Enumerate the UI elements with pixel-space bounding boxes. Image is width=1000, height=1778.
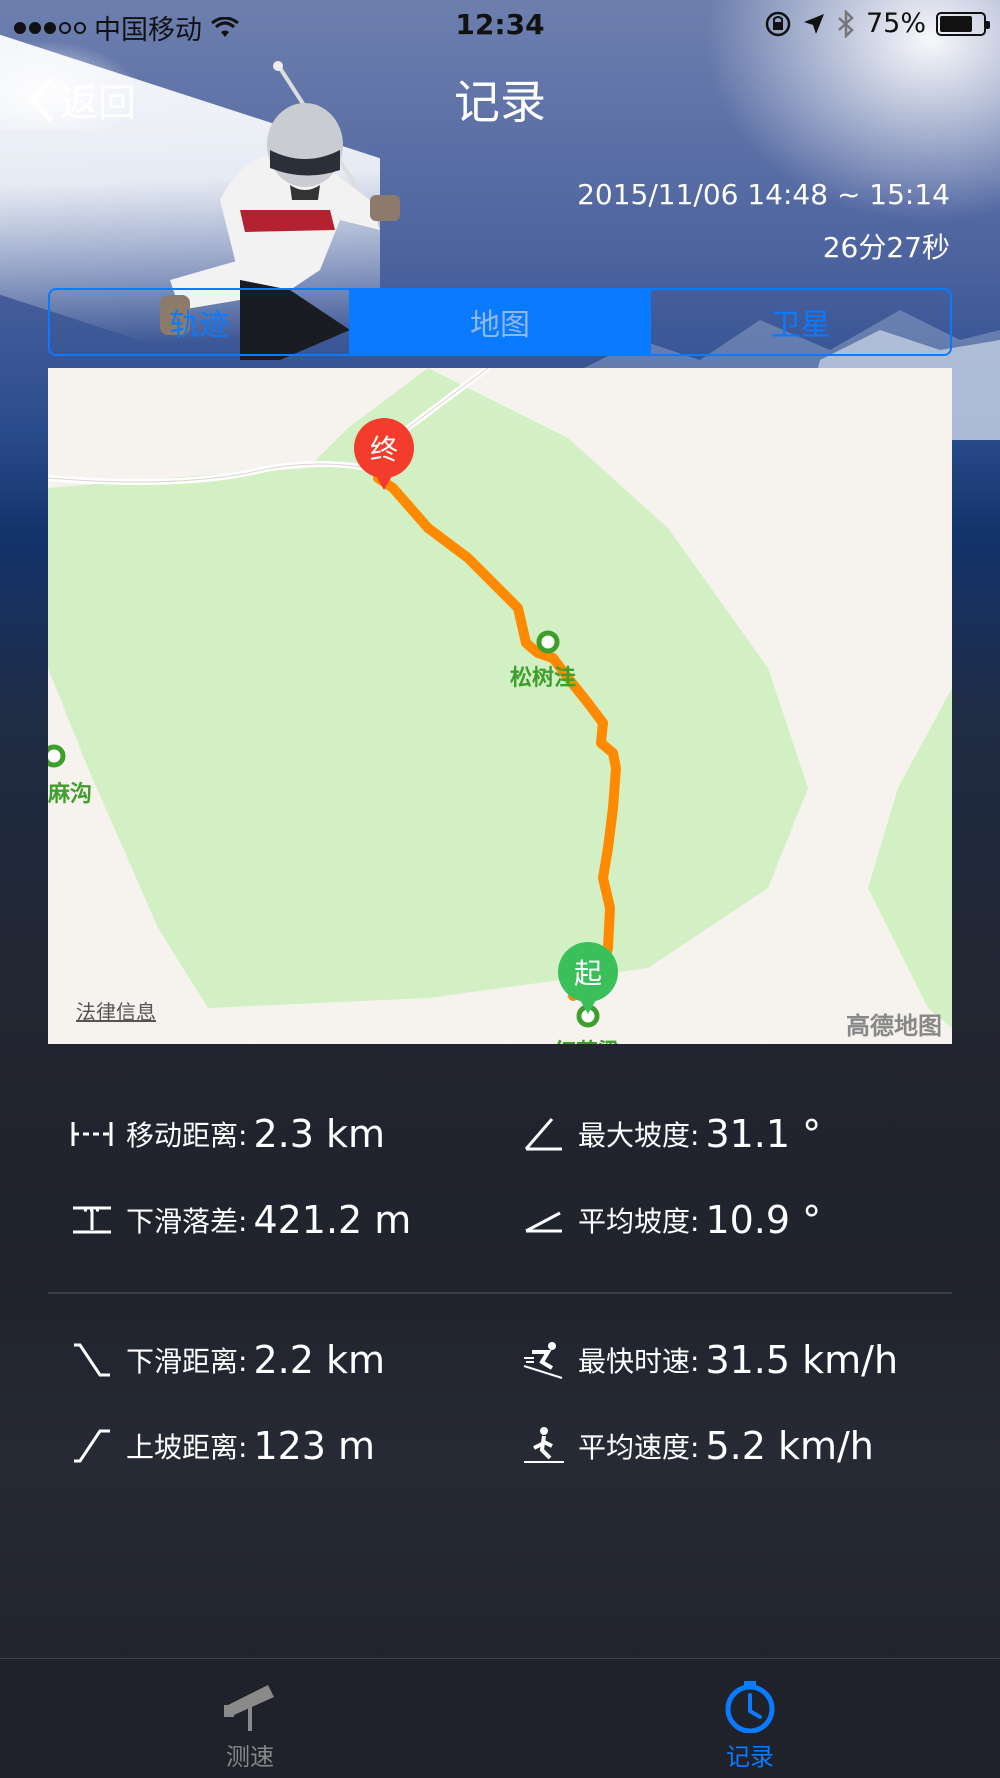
- stat-avg-speed: 平均速度: 5.2 km/h: [522, 1424, 874, 1468]
- map-brand-logo: 高德地图: [846, 1012, 942, 1040]
- stat-value: 31.5 km/h: [705, 1338, 899, 1382]
- tab-bar: 测速 记录: [0, 1658, 1000, 1778]
- segment-track[interactable]: 轨迹: [50, 290, 349, 354]
- start-marker-pin[interactable]: 起: [558, 942, 618, 1014]
- average-slope-icon: [522, 1200, 566, 1240]
- stat-uphill-distance: 上坡距离: 123 m: [70, 1424, 375, 1468]
- stat-avg-slope: 平均坡度: 10.9 °: [522, 1198, 821, 1242]
- stat-value: 123 m: [253, 1424, 376, 1468]
- status-bar: 中国移动 12:34 75%: [0, 0, 1000, 48]
- poi-label-honghualiang: 红花梁: [554, 1034, 620, 1044]
- fast-skier-icon: [522, 1340, 566, 1380]
- elevation-drop-icon: [70, 1200, 114, 1240]
- tab-record-label: 记录: [726, 1743, 774, 1771]
- tab-record[interactable]: 记录: [700, 1679, 800, 1772]
- start-marker-label: 起: [573, 957, 602, 990]
- segment-satellite[interactable]: 卫星: [649, 290, 950, 354]
- stat-label: 平均坡度:: [578, 1205, 700, 1238]
- skier-icon: [522, 1426, 566, 1466]
- stat-label: 下滑落差:: [126, 1205, 248, 1238]
- stat-label: 最大坡度:: [578, 1119, 700, 1152]
- uphill-icon: [70, 1426, 114, 1466]
- stat-value: 31.1 °: [705, 1112, 822, 1156]
- battery-percent: 75%: [865, 8, 926, 39]
- stat-value: 10.9 °: [705, 1198, 822, 1242]
- battery-level: [940, 15, 972, 32]
- rotation-lock-icon: [765, 11, 791, 36]
- map-view[interactable]: 松树洼 麻沟 红花梁 终 起 法律信息 高德地图: [48, 368, 952, 1044]
- downhill-icon: [70, 1340, 114, 1380]
- stats-divider: [48, 1292, 952, 1294]
- tab-speed[interactable]: 测速: [200, 1679, 300, 1772]
- stat-value: 2.3 km: [253, 1112, 385, 1156]
- stopwatch-icon: [725, 1681, 775, 1733]
- stat-label: 下滑距离:: [126, 1345, 248, 1378]
- stat-drop: 下滑落差: 421.2 m: [70, 1198, 411, 1242]
- location-arrow-icon: [803, 13, 824, 34]
- stat-label: 最快时速:: [578, 1345, 700, 1378]
- battery-icon: [936, 11, 990, 36]
- slope-angle-icon: [522, 1114, 566, 1154]
- stat-max-speed: 最快时速: 31.5 km/h: [522, 1338, 898, 1382]
- stat-downhill-distance: 下滑距离: 2.2 km: [70, 1338, 385, 1382]
- stat-label: 平均速度:: [578, 1431, 700, 1464]
- telescope-icon: [224, 1685, 274, 1731]
- stat-max-slope: 最大坡度: 31.1 °: [522, 1112, 821, 1156]
- bluetooth-icon: [838, 9, 854, 38]
- map-canvas: [48, 368, 952, 1028]
- map-legal-link[interactable]: 法律信息: [76, 996, 156, 1025]
- stat-move-distance: 移动距离: 2.3 km: [70, 1112, 385, 1156]
- record-duration: 26分27秒: [822, 231, 950, 264]
- stat-label: 上坡距离:: [126, 1431, 248, 1464]
- status-right: 75%: [764, 8, 990, 39]
- poi-label-magou: 麻沟: [48, 782, 93, 807]
- poi-label-songshuwa: 松树洼: [510, 666, 577, 691]
- stat-label: 移动距离:: [126, 1119, 248, 1152]
- end-marker-pin[interactable]: 终: [354, 418, 414, 490]
- record-time-range: 2015/11/06 14:48 ~ 15:14: [577, 178, 950, 211]
- stat-value: 2.2 km: [253, 1338, 385, 1382]
- stat-value: 421.2 m: [253, 1198, 412, 1242]
- map-mode-segmented-control: 轨迹 地图 卫星: [48, 288, 952, 356]
- distance-icon: [70, 1114, 114, 1154]
- tab-speed-label: 测速: [226, 1743, 274, 1771]
- end-marker-label: 终: [369, 433, 398, 466]
- page-title: 记录: [454, 75, 546, 129]
- stat-value: 5.2 km/h: [705, 1424, 874, 1468]
- segment-map[interactable]: 地图: [348, 290, 650, 354]
